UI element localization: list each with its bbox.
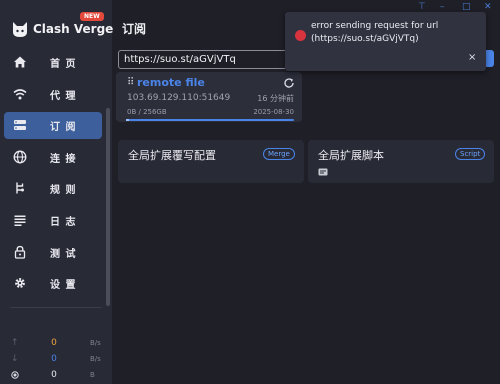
profile-updated-time: 16 分钟前 [257,94,294,103]
profile-card[interactable]: ⠿ remote file 103.69.129.110:51649 16 分钟… [116,72,302,122]
sidebar-item-subscription[interactable]: 订 阅 [4,112,102,140]
download-speed: ↓ 0 B/s [8,352,106,368]
sidebar-item-label: 代 理 [50,90,77,102]
usage-progress-fill [126,119,130,121]
new-badge: NEW [80,12,104,21]
merge-badge: Merge [263,148,295,160]
profile-usage: 0B / 256GB [127,108,167,116]
close-window-button[interactable]: ✕ [484,2,492,12]
sidebar-item-connections[interactable]: 连 接 [4,144,102,171]
usage-progress-bar [126,119,294,121]
total-traffic: 0 B [8,368,106,384]
toast-message: error sending request for url (https://s… [311,21,439,44]
home-icon [14,56,26,68]
sidebar-item-home[interactable]: 首 页 [4,49,102,76]
maximize-button[interactable]: □ [462,2,471,12]
total-value: 0 [51,370,57,380]
sidebar-item-rules[interactable]: 规 则 [4,175,102,202]
globe-icon [13,150,27,164]
pin-icon[interactable]: ⊤ [418,2,426,12]
app-logo: Clash Verge NEW [8,12,113,44]
sidebar-item-proxy[interactable]: 代 理 [4,81,102,108]
sidebar-item-label: 连 接 [50,153,77,165]
global-script-card[interactable]: 全局扩展脚本 Script [308,140,494,183]
download-unit: B/s [90,355,101,363]
sidebar-nav: 首 页 代 理 订 阅 连 接 规 则 日 志 测 试 设 置 [4,49,102,302]
upload-arrow-icon: ↑ [11,338,19,348]
sidebar-item-label: 设 置 [50,280,77,292]
script-badge: Script [455,148,486,160]
sidebar-item-settings[interactable]: 设 置 [4,270,102,297]
upload-unit: B/s [90,339,101,347]
file-icon [318,168,328,176]
download-arrow-icon: ↓ [11,354,19,364]
refresh-icon[interactable] [283,77,295,89]
sidebar-item-label: 测 试 [50,248,77,260]
gear-icon [15,278,25,289]
global-merge-card[interactable]: 全局扩展覆写配置 Merge [118,140,304,183]
upload-value: 0 [51,338,57,348]
minimize-button[interactable]: – [440,2,445,12]
sidebar-item-label: 日 志 [50,216,77,228]
traffic-panel: ↑ 0 B/s ↓ 0 B/s 0 B [8,336,106,384]
script-card-title: 全局扩展脚本 [318,149,384,162]
sidebar-scrollbar[interactable] [106,108,110,306]
profile-expire-date: 2025-08-30 [253,108,294,116]
page-title: 订阅 [122,22,147,36]
error-dot-icon [295,30,306,41]
wifi-icon [13,88,27,100]
error-toast: error sending request for url (https://s… [285,12,486,71]
upload-speed: ↑ 0 B/s [8,336,106,352]
sidebar-item-label: 订 阅 [50,122,77,134]
cat-logo-icon [13,22,27,37]
sidebar-item-label: 首 页 [50,59,77,70]
sidebar-item-test[interactable]: 测 试 [4,239,102,266]
profile-host: 103.69.129.110:51649 [127,93,231,103]
log-icon [14,215,26,226]
subscription-url-input[interactable] [118,50,301,69]
download-value: 0 [51,354,57,364]
lock-icon [14,245,26,259]
toast-close-button[interactable]: × [468,52,476,63]
sidebar-item-label: 规 则 [50,185,77,197]
profile-name: remote file [137,76,205,89]
merge-card-title: 全局扩展覆写配置 [128,149,216,162]
sidebar-divider [10,307,102,308]
sidebar: Clash Verge NEW 首 页 代 理 订 阅 连 接 规 则 日 志 … [0,0,113,384]
rules-icon [16,182,24,194]
app-name: Clash Verge [33,22,114,36]
memory-icon [11,371,19,379]
sidebar-item-logs[interactable]: 日 志 [4,207,102,234]
drag-handle-icon[interactable]: ⠿ [127,77,134,88]
total-unit: B [90,371,95,379]
subscription-icon [14,120,26,131]
